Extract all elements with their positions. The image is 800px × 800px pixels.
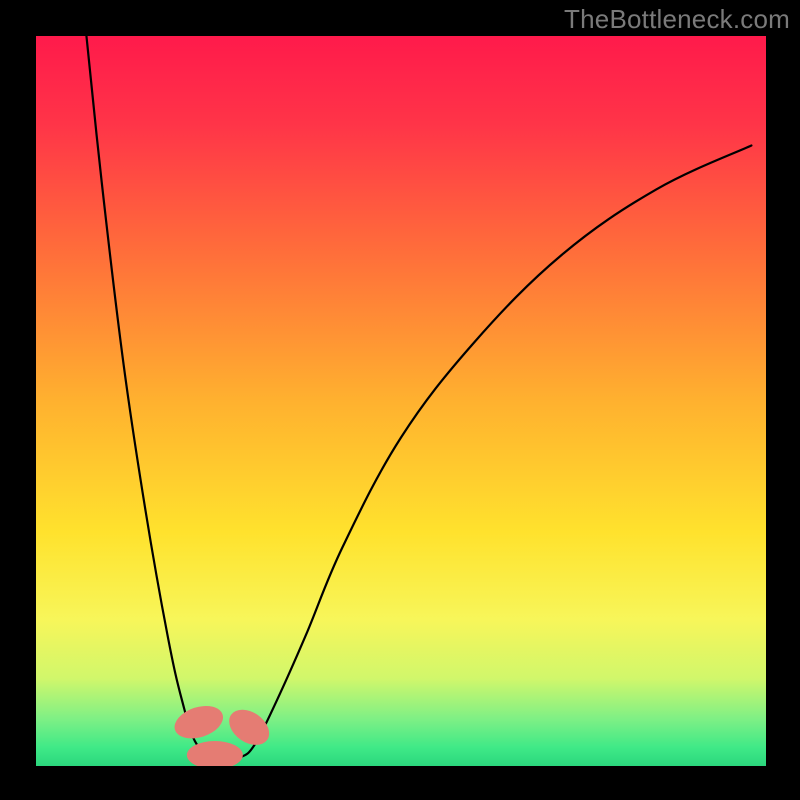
chart-svg [0,0,800,800]
chart-frame: TheBottleneck.com [0,0,800,800]
marker-blob [187,741,243,769]
plot-background [36,36,766,766]
